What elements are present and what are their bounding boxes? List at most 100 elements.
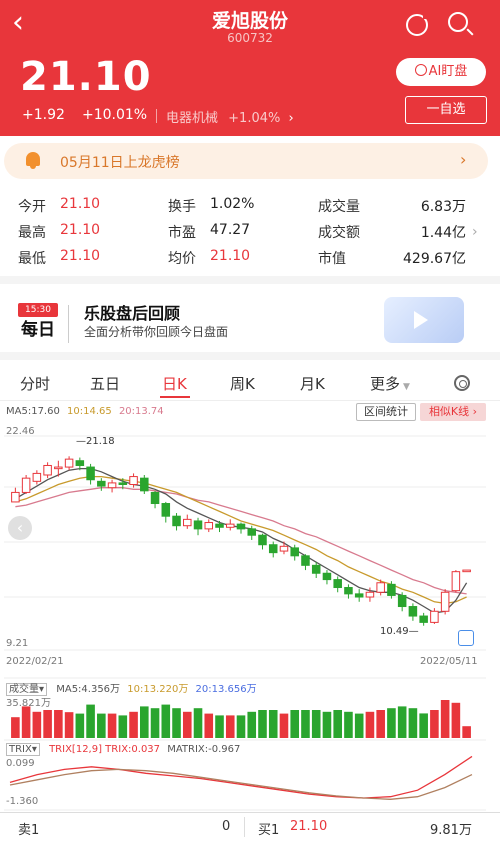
candle [32,470,42,485]
candle-body [215,523,224,528]
header-divider [156,109,157,123]
volume-bar [172,708,181,738]
ai-icon [414,64,427,76]
section-divider [0,352,500,360]
fullscreen-icon[interactable] [458,630,474,646]
candle [225,519,235,531]
volume-bar [301,710,310,738]
similar-kline-button[interactable]: 相似K线 › [420,403,486,421]
refresh-icon[interactable] [406,13,429,36]
quote-label: 今开 [18,199,46,215]
add-watchlist-button[interactable]: 一自选 [405,96,487,124]
volume-bar [129,711,138,738]
candle [43,462,52,479]
candle-body [129,476,138,485]
candle [183,514,192,529]
candle-body [236,523,246,530]
volume-bar [75,713,85,738]
dragon-tiger-notice[interactable]: 05月11日上龙虎榜 › [4,143,488,179]
candle [204,519,214,533]
price-axis-max: 22.46 [6,426,35,437]
low-label-value: 10.49 [380,626,409,637]
section-divider [0,276,500,284]
candle-body [32,472,42,482]
volume-bar [11,717,20,738]
sell1-label: 卖1 [18,823,40,838]
volume-bar [258,710,267,738]
promo-title: 乐股盘后回顾 [84,304,181,323]
candle [268,541,278,558]
industry-change: +1.04% [228,111,281,126]
volume-bar [54,710,63,738]
candle-body [140,477,149,492]
tab-monthly-k[interactable]: 月K [300,373,325,394]
industry-name: 电器机械 [166,111,219,126]
tab-intraday[interactable]: 分时 [20,373,50,394]
volume-bar [236,715,246,738]
tab-weekly-k[interactable]: 周K [230,373,255,394]
candle [161,501,171,523]
volume-bar [32,711,42,738]
candle [21,474,31,495]
candle [193,517,203,536]
price-change: +1.92 [22,107,65,123]
quote-value: 429.67亿 [403,251,466,267]
candle [11,487,20,503]
candle-body [225,523,235,528]
candle [344,584,353,599]
candle [322,570,332,585]
volume-bar [387,708,396,738]
volume-bar [204,713,214,738]
volume-bar [43,710,52,738]
industry-link[interactable]: 电器机械 +1.04% › [166,107,294,126]
candle-body [397,594,407,608]
candle [301,554,310,571]
tab-five-day[interactable]: 五日 [90,373,120,394]
volume-bar [462,726,471,738]
stock-code: 600732 [227,31,273,45]
quote-label: 换手 [168,199,196,215]
trix-axis-max: 0.099 [6,758,35,769]
quote-label: 市值 [318,251,346,267]
volume-bars [11,700,471,738]
buy1-volume: 9.81万 [430,823,472,838]
ai-watch-button[interactable]: AI盯盘 [396,58,486,86]
trix-lines [9,755,473,800]
candle-body [451,571,461,592]
chart-scroll-left-icon[interactable]: ‹ [8,516,32,540]
ma-legend: MA5:17.60 10:14.65 20:13.74 [6,406,164,417]
volume-bar [193,708,203,738]
candle-body [21,477,31,493]
candle-body [258,534,267,546]
tabs-divider [0,400,500,401]
volume-bar [247,711,257,738]
gear-icon[interactable] [454,375,470,391]
interval-stats-button[interactable]: 区间统计 [356,403,416,421]
volume-bar [279,713,289,738]
candle-body [333,579,342,589]
chevron-right-icon[interactable]: › [472,224,478,240]
candle-body [376,582,385,593]
volume-bar [311,710,321,738]
low-price-label: 10.49— [380,626,419,637]
candle [64,456,74,471]
tab-daily-k[interactable]: 日K [162,373,187,394]
buy1-price: 21.10 [290,819,328,834]
candle [311,562,321,579]
tab-more-label: 更多 [370,375,401,393]
tab-more[interactable]: 更多 ▼ [370,373,410,394]
volume-bar [440,700,450,738]
candle [107,479,117,493]
caret-down-icon: ▾ [31,744,37,755]
candle [247,525,257,540]
volume-bar [354,713,364,738]
volume-bar [290,710,300,738]
candle-body [75,460,85,466]
trix-axis-min: -1.360 [6,796,39,807]
trix-selector[interactable]: TRIX▾ [6,743,40,756]
badge-label: 每日 [21,320,55,340]
ai-watch-label: AI盯盘 [428,64,468,79]
candle [290,544,299,561]
search-icon[interactable] [448,12,468,32]
candle [279,541,289,555]
